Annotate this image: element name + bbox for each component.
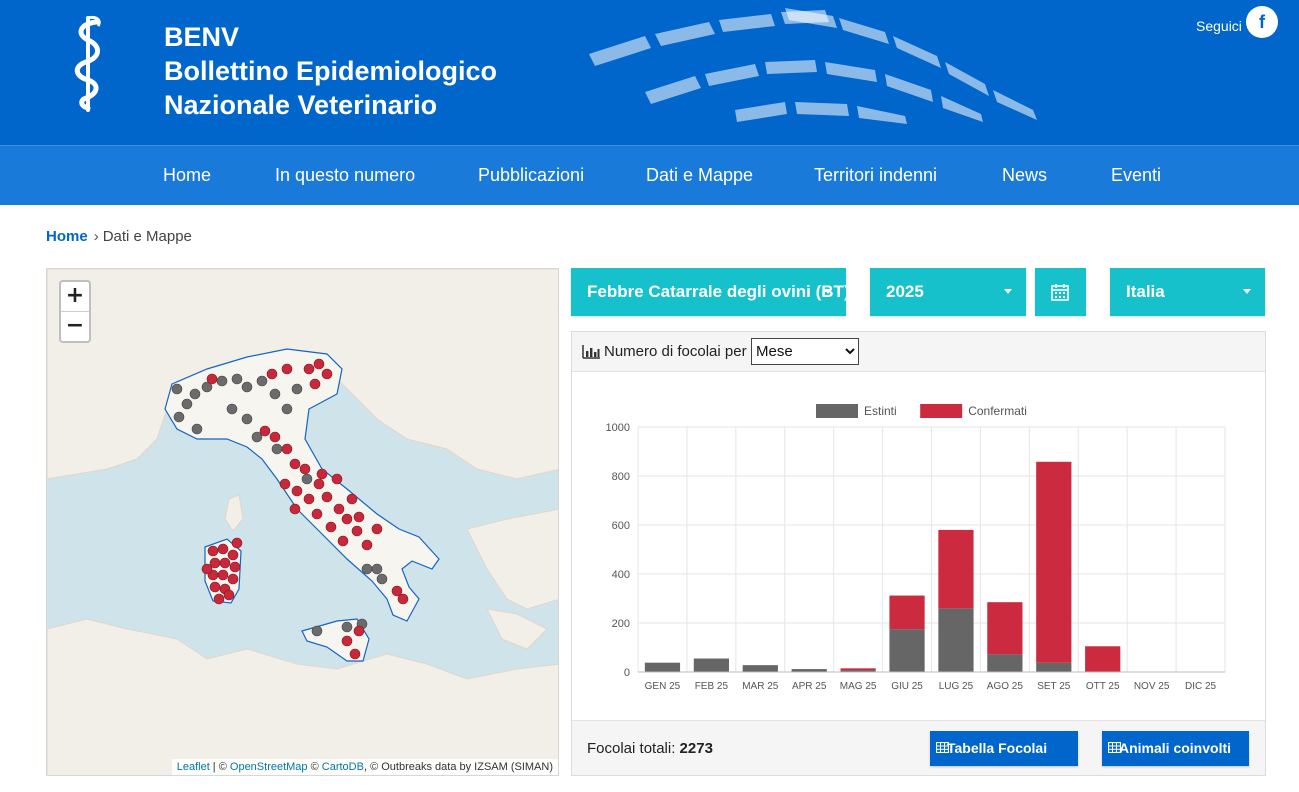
map-attribution: Leaflet | © OpenStreetMap © CartoDB, © O… <box>171 759 558 775</box>
zoom-control: + − <box>59 280 91 343</box>
y-tick-label: 800 <box>612 471 630 483</box>
bar-confermati <box>987 602 1023 655</box>
bar-confermati <box>1036 461 1072 663</box>
chevron-right-icon: › <box>93 228 99 245</box>
chart-panel: Numero di focolai per Mese 0 200 400 600 800… <box>571 331 1266 776</box>
site-header: BENV Bollettino Epidemiologico Nazionale… <box>0 0 1299 145</box>
region-select-value: Italia <box>1126 282 1165 301</box>
bar-estinti <box>987 654 1023 672</box>
nav-item-territori-indenni[interactable]: Territori indenni <box>814 146 937 206</box>
total-outbreaks: Focolai totali: 2273 <box>587 740 713 758</box>
x-tick-label: DIC 25 <box>1185 681 1217 692</box>
breadcrumb-current: Dati e Mappe <box>102 228 192 245</box>
y-tick-label: 200 <box>612 618 630 630</box>
outbreaks-table-button-label: Tabella Focolai <box>947 740 1048 756</box>
osm-link[interactable]: OpenStreetMap <box>230 761 308 773</box>
header-decoration-icon <box>589 8 1037 124</box>
y-tick-label: 0 <box>624 667 630 679</box>
x-tick-label: MAG 25 <box>840 681 877 692</box>
y-tick-label: 400 <box>612 569 630 581</box>
x-tick-label: FEB 25 <box>695 681 729 692</box>
bar-estinti <box>644 662 681 672</box>
x-tick-label: GEN 25 <box>645 681 681 692</box>
outbreaks-table-button[interactable]: Tabella Focolai <box>930 731 1078 766</box>
caret-down-icon <box>1004 289 1012 294</box>
x-tick-label: MAR 25 <box>742 681 779 692</box>
caduceus-logo-icon[interactable] <box>66 14 110 112</box>
bar-estinti <box>742 665 778 672</box>
y-tick-label: 1000 <box>606 422 630 434</box>
x-tick-label: SET 25 <box>1037 681 1071 692</box>
outbreak-map[interactable]: + − Leaflet | © OpenStreetMap © CartoDB,… <box>46 268 559 776</box>
bar-estinti <box>693 658 729 672</box>
calendar-icon <box>1051 284 1069 301</box>
x-tick-label: GIU 25 <box>891 681 923 692</box>
nav-item-eventi[interactable]: Eventi <box>1111 146 1161 206</box>
nav-item-dati-e-mappe[interactable]: Dati e Mappe <box>646 146 753 206</box>
x-tick-label: LUG 25 <box>939 681 974 692</box>
x-tick-label: AGO 25 <box>987 681 1024 692</box>
chart-panel-title: Numero di focolai per <box>604 343 747 360</box>
bar-estinti <box>889 629 925 672</box>
group-by-select[interactable]: Mese <box>751 338 859 365</box>
nav-item-home[interactable]: Home <box>163 146 211 206</box>
zoom-in-button[interactable]: + <box>61 282 89 311</box>
table-icon <box>936 742 949 753</box>
legend-label-estinti: Estinti <box>864 404 897 418</box>
nav-item-in-questo-numero[interactable]: In questo numero <box>275 146 415 206</box>
caret-down-icon <box>824 289 832 294</box>
x-tick-label: OTT 25 <box>1086 681 1120 692</box>
disease-select[interactable]: Febbre Catarrale degli ovini (BT) <box>571 268 846 316</box>
site-title[interactable]: BENV Bollettino Epidemiologico Nazionale… <box>164 20 497 122</box>
bar-confermati <box>938 529 974 609</box>
nav-item-news[interactable]: News <box>1002 146 1047 206</box>
bar-confermati <box>1085 646 1121 672</box>
leaflet-link[interactable]: Leaflet <box>177 761 210 773</box>
year-select-value: 2025 <box>886 282 924 301</box>
bar-estinti <box>938 608 974 672</box>
animals-involved-button-label: Animali coinvolti <box>1119 740 1232 756</box>
caret-down-icon <box>1243 289 1251 294</box>
zoom-out-button[interactable]: − <box>61 311 89 340</box>
animals-involved-button[interactable]: Animali coinvolti <box>1102 731 1249 766</box>
bar-confermati <box>840 668 876 671</box>
disease-select-value: Febbre Catarrale degli ovini (BT) <box>587 282 846 301</box>
year-select[interactable]: 2025 <box>870 268 1026 316</box>
total-outbreaks-value: 2273 <box>679 740 713 757</box>
outbreaks-bar-chart: 0 200 400 600 800 1000 GEN 25 FEB 25 MAR 25 APR 2… <box>606 404 1226 692</box>
follow-label: Seguici <box>1196 18 1242 34</box>
nav-item-pubblicazioni[interactable]: Pubblicazioni <box>478 146 584 206</box>
main-nav: Home In questo numero Pubblicazioni Dati… <box>0 145 1299 205</box>
table-icon <box>1108 742 1121 753</box>
chart-panel-footer: Focolai totali: 2273 Tabella Focolai Ani… <box>572 720 1265 775</box>
facebook-icon[interactable]: f <box>1246 6 1278 38</box>
bar-confermati <box>889 595 925 630</box>
region-select[interactable]: Italia <box>1110 268 1265 316</box>
map-canvas[interactable] <box>47 269 559 776</box>
x-tick-label: NOV 25 <box>1134 681 1170 692</box>
chart-panel-header: Numero di focolai per Mese <box>572 332 1265 372</box>
legend-swatch-confermati <box>920 404 963 418</box>
bar-chart-icon <box>582 345 600 359</box>
calendar-button[interactable] <box>1035 268 1086 316</box>
total-outbreaks-label: Focolai totali: <box>587 740 676 757</box>
legend-swatch-estinti <box>816 404 858 418</box>
legend-label-confermati: Confermati <box>968 404 1027 418</box>
x-tick-label: APR 25 <box>792 681 827 692</box>
breadcrumb: Home › Dati e Mappe <box>46 228 192 246</box>
cartodb-link[interactable]: CartoDB <box>322 761 364 773</box>
bar-estinti <box>1036 662 1072 672</box>
breadcrumb-home-link[interactable]: Home <box>46 228 88 245</box>
y-tick-label: 600 <box>612 520 630 532</box>
